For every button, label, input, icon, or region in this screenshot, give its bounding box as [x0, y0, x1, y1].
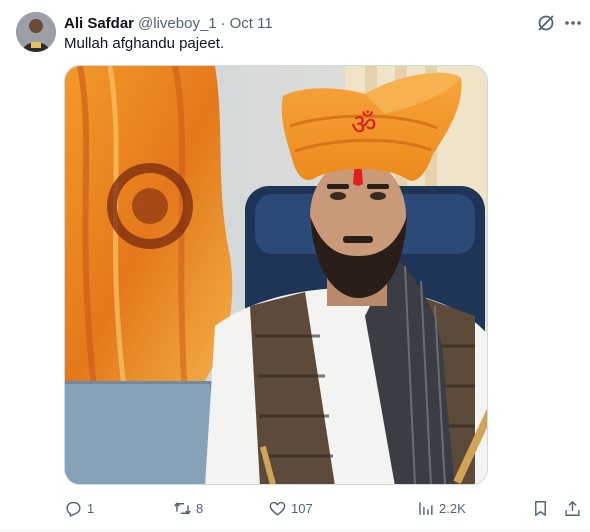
share-button[interactable] — [563, 496, 582, 520]
retweet-icon — [174, 501, 191, 515]
retweet-count: 8 — [196, 500, 204, 516]
om-symbol: ॐ — [351, 108, 377, 141]
heart-icon — [269, 501, 286, 516]
tweet-actions: 1 8 107 2.2K — [64, 496, 584, 520]
views-button[interactable]: 2.2K — [416, 496, 466, 520]
author-handle[interactable]: @liveboy_1 — [138, 15, 217, 32]
author-name[interactable]: Ali Safdar — [64, 15, 134, 32]
photo-image: ॐ — [65, 66, 487, 484]
tweet-media-photo[interactable]: ॐ — [64, 65, 488, 485]
bottom-divider — [0, 530, 590, 531]
bookmark-button[interactable] — [531, 496, 550, 520]
tweet-header: Ali Safdar @liveboy_1 · Oct 11 — [64, 13, 273, 33]
views-chart-icon — [419, 501, 433, 515]
like-count: 107 — [291, 500, 313, 516]
like-button[interactable]: 107 — [268, 496, 313, 520]
tweet-text: Mullah afghandu pajeet. — [64, 35, 225, 52]
view-count: 2.2K — [439, 500, 466, 516]
reply-icon — [66, 501, 81, 517]
share-icon — [565, 500, 580, 516]
avatar[interactable] — [16, 12, 56, 52]
reply-count: 1 — [87, 500, 95, 516]
avatar-image — [16, 12, 56, 52]
retweet-button[interactable]: 8 — [173, 496, 203, 520]
separator-dot: · — [220, 14, 226, 32]
bookmark-icon — [535, 500, 546, 516]
reply-button[interactable]: 1 — [64, 496, 94, 520]
tweet-card[interactable]: Ali Safdar @liveboy_1 · Oct 11 Mullah af… — [0, 0, 590, 532]
tweet-timestamp[interactable]: Oct 11 — [230, 15, 273, 32]
more-options-icon[interactable] — [562, 12, 584, 34]
grok-icon[interactable] — [535, 12, 557, 34]
